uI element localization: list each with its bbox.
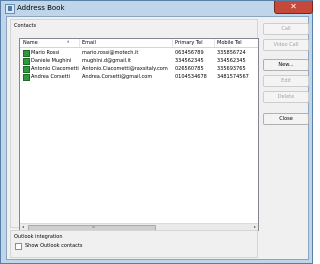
horizontal-scrollbar[interactable]: ◂ III ▸ xyxy=(20,223,258,231)
contact-icon xyxy=(23,58,30,65)
contact-icon xyxy=(23,50,30,57)
edit-button[interactable]: Edit xyxy=(263,75,309,87)
contact-email: Antonio.Ciacometti@raxsitaly.com xyxy=(82,66,168,72)
contact-mobile-tel: 3481574567 xyxy=(217,74,249,80)
delete-button[interactable]: Delete xyxy=(263,91,309,103)
contact-name: Mario Rossi xyxy=(31,50,60,56)
outlook-groupbox: Outlook integration Show Outlook contact… xyxy=(10,230,258,258)
grip-icon: III xyxy=(92,225,95,229)
column-header-name[interactable]: Name xyxy=(23,40,38,46)
contact-primary-tel: 334562345 xyxy=(175,58,204,64)
window-title: Address Book xyxy=(17,4,65,12)
contact-name: Daniele Mughini xyxy=(31,58,72,64)
call-button[interactable]: Call xyxy=(263,23,309,35)
video-call-button[interactable]: Video Call xyxy=(263,39,309,51)
column-header-email[interactable]: Email xyxy=(82,40,96,46)
contact-row[interactable]: Andrea Corsetti Andrea.Corsetti@gmail.co… xyxy=(20,73,258,81)
dialog-client-area: Contacts Name ▲ Email Primary Tel Mobile… xyxy=(6,16,309,260)
contact-primary-tel: 026560785 xyxy=(175,66,204,72)
address-book-window: Address Book ✕ Contacts Name ▲ Email Pri… xyxy=(0,0,313,264)
close-button[interactable]: Close xyxy=(263,113,309,125)
column-separator[interactable] xyxy=(214,39,215,47)
contacts-groupbox: Contacts Name ▲ Email Primary Tel Mobile… xyxy=(10,19,259,231)
contact-row[interactable]: Antonio Ciacometti Antonio.Ciacometti@ra… xyxy=(20,65,258,73)
column-separator[interactable] xyxy=(79,39,80,47)
address-book-icon xyxy=(5,4,15,14)
new-button[interactable]: New... xyxy=(263,59,309,71)
contact-row[interactable]: Daniele Mughini mughini.d@gmail.it 33456… xyxy=(20,57,258,65)
contact-mobile-tel: 335693765 xyxy=(217,66,246,72)
contact-email: mario.rossi@motech.it xyxy=(82,50,139,56)
show-outlook-contacts-checkbox[interactable] xyxy=(15,243,22,250)
contact-row[interactable]: Mario Rossi mario.rossi@motech.it 063456… xyxy=(20,49,258,57)
contact-mobile-tel: 334562345 xyxy=(217,58,246,64)
column-header-mobile-tel[interactable]: Mobile Tel xyxy=(217,40,242,46)
contact-icon xyxy=(23,66,30,73)
contact-email: Andrea.Corsetti@gmail.com xyxy=(82,74,153,80)
contact-email: mughini.d@gmail.it xyxy=(82,58,131,64)
contacts-list[interactable]: Name ▲ Email Primary Tel Mobile Tel Mari… xyxy=(19,38,259,231)
show-outlook-contacts-label[interactable]: Show Outlook contacts xyxy=(25,243,82,249)
contact-name: Antonio Ciacometti xyxy=(31,66,79,72)
sort-arrow-icon: ▲ xyxy=(67,39,70,43)
title-bar: Address Book ✕ xyxy=(1,1,313,16)
column-separator[interactable] xyxy=(172,39,173,47)
contacts-label: Contacts xyxy=(14,23,37,29)
column-header-primary-tel[interactable]: Primary Tel xyxy=(175,40,203,46)
outlook-integration-label: Outlook integration xyxy=(14,234,63,240)
window-close-button[interactable]: ✕ xyxy=(274,1,313,14)
list-header: Name ▲ Email Primary Tel Mobile Tel xyxy=(20,39,258,48)
contact-name: Andrea Corsetti xyxy=(31,74,71,80)
contact-primary-tel: 063456789 xyxy=(175,50,204,56)
contact-primary-tel: 0104534678 xyxy=(175,74,207,80)
contact-icon xyxy=(23,74,30,81)
contact-mobile-tel: 335856724 xyxy=(217,50,246,56)
